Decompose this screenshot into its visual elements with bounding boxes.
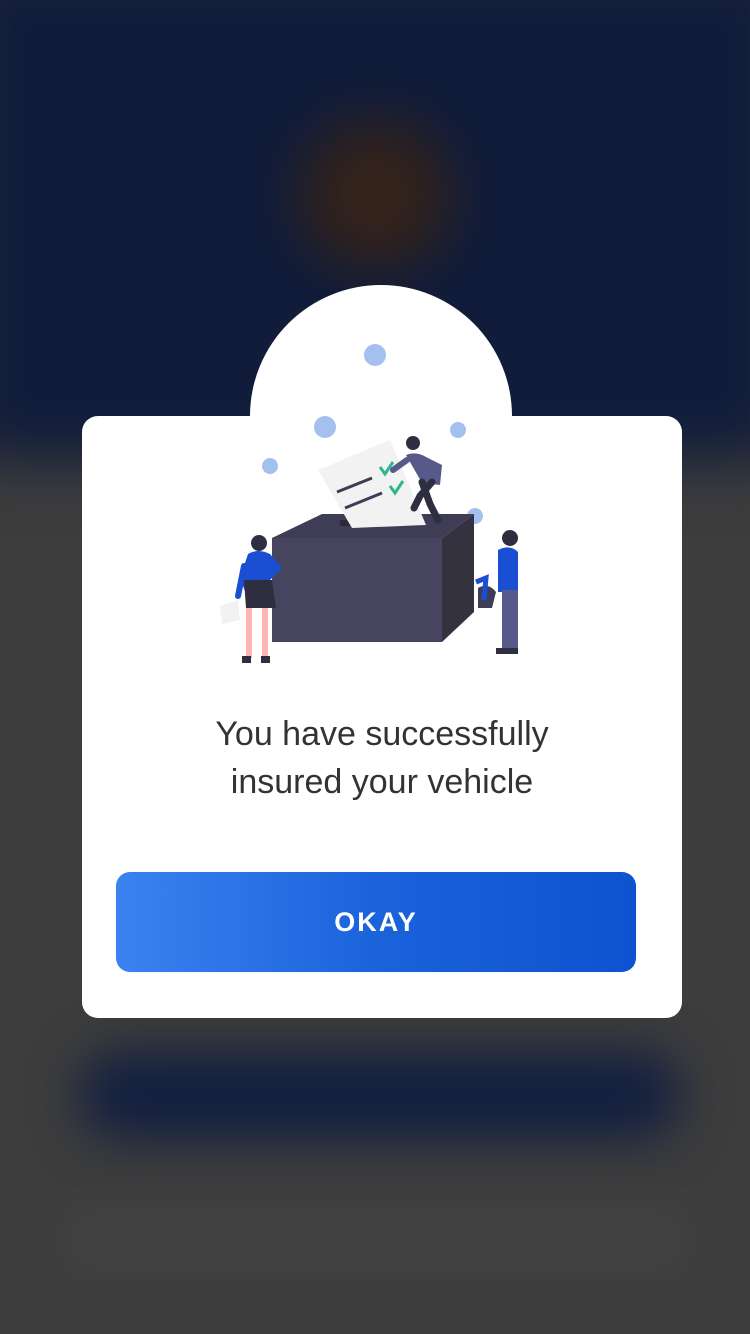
success-message-line-1: You have successfully bbox=[215, 715, 549, 753]
ballot-box-illustration-icon bbox=[220, 344, 518, 663]
success-message: You have successfully insured your vehic… bbox=[82, 710, 682, 806]
blurred-background-row bbox=[60, 1200, 690, 1280]
okay-button[interactable]: OKAY bbox=[116, 872, 636, 972]
blurred-background-bar bbox=[80, 1050, 680, 1140]
success-message-line-2: insured your vehicle bbox=[230, 763, 534, 801]
screen: You have successfully insured your vehic… bbox=[0, 0, 750, 1334]
blurred-background-avatar bbox=[300, 120, 450, 270]
